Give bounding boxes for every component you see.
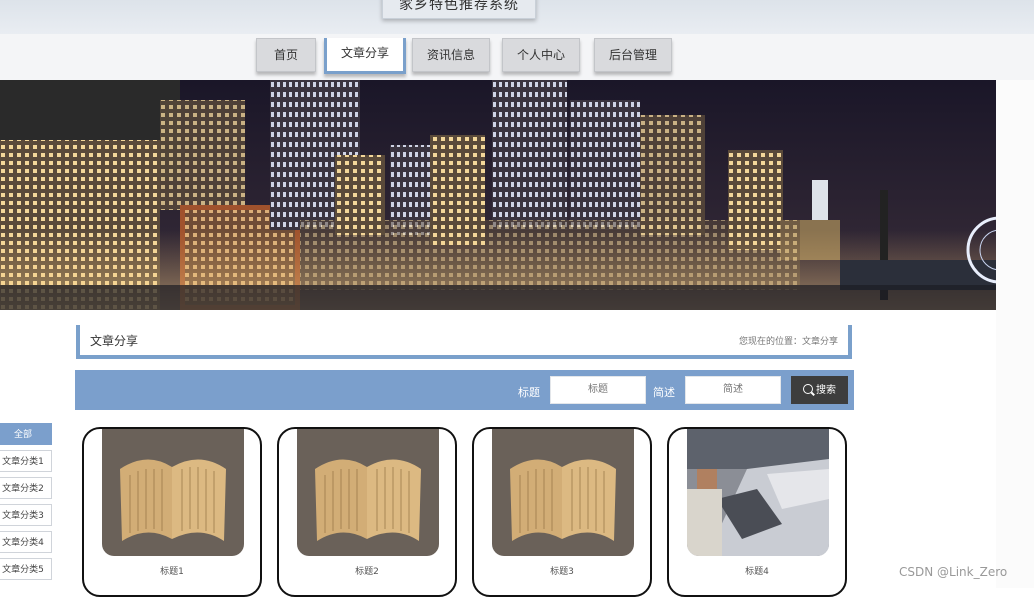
category-4[interactable]: 文章分类4	[0, 531, 52, 553]
article-title: 标题1	[160, 567, 184, 577]
section-title: 文章分享	[90, 334, 139, 348]
watermark: CSDN @Link_Zero	[899, 565, 1008, 579]
page-gutter	[996, 80, 1034, 588]
search-button[interactable]: 搜索	[791, 376, 848, 404]
title-search-label: 标题	[518, 386, 540, 399]
breadcrumb: 您现在的位置：文章分享	[738, 337, 838, 347]
article-title: 标题3	[550, 567, 574, 577]
article-card[interactable]: 标题3	[472, 427, 652, 597]
article-title: 标题4	[745, 567, 769, 577]
search-button-label: 搜索	[816, 385, 836, 396]
main-nav: 首页 文章分享 资讯信息 个人中心 后台管理	[0, 34, 1034, 80]
nav-admin[interactable]: 后台管理	[594, 38, 672, 72]
category-1[interactable]: 文章分类1	[0, 450, 52, 472]
article-card[interactable]: 标题2	[277, 427, 457, 597]
category-2[interactable]: 文章分类2	[0, 477, 52, 499]
category-all[interactable]: 全部	[0, 423, 52, 445]
nav-home[interactable]: 首页	[256, 38, 316, 72]
banner-image	[0, 80, 1000, 310]
category-3[interactable]: 文章分类3	[0, 504, 52, 526]
desc-search-label: 简述	[653, 386, 675, 399]
desc-search-input[interactable]	[685, 376, 781, 404]
search-bar: 标题 简述 搜索	[75, 370, 854, 410]
article-thumbnail	[102, 429, 244, 556]
search-icon	[803, 384, 813, 394]
section-header: 文章分享 您现在的位置：文章分享	[76, 325, 852, 359]
site-title: 家乡特色推荐系统	[382, 0, 536, 19]
article-title: 标题2	[355, 567, 379, 577]
article-thumbnail	[492, 429, 634, 556]
title-search-input[interactable]	[550, 376, 646, 404]
category-5[interactable]: 文章分类5	[0, 558, 52, 580]
article-card[interactable]: 标题1	[82, 427, 262, 597]
article-thumbnail	[297, 429, 439, 556]
nav-articles[interactable]: 文章分享	[324, 38, 406, 74]
article-thumbnail	[687, 429, 829, 556]
nav-profile[interactable]: 个人中心	[502, 38, 580, 72]
nav-news[interactable]: 资讯信息	[412, 38, 490, 72]
article-card[interactable]: 标题4	[667, 427, 847, 597]
